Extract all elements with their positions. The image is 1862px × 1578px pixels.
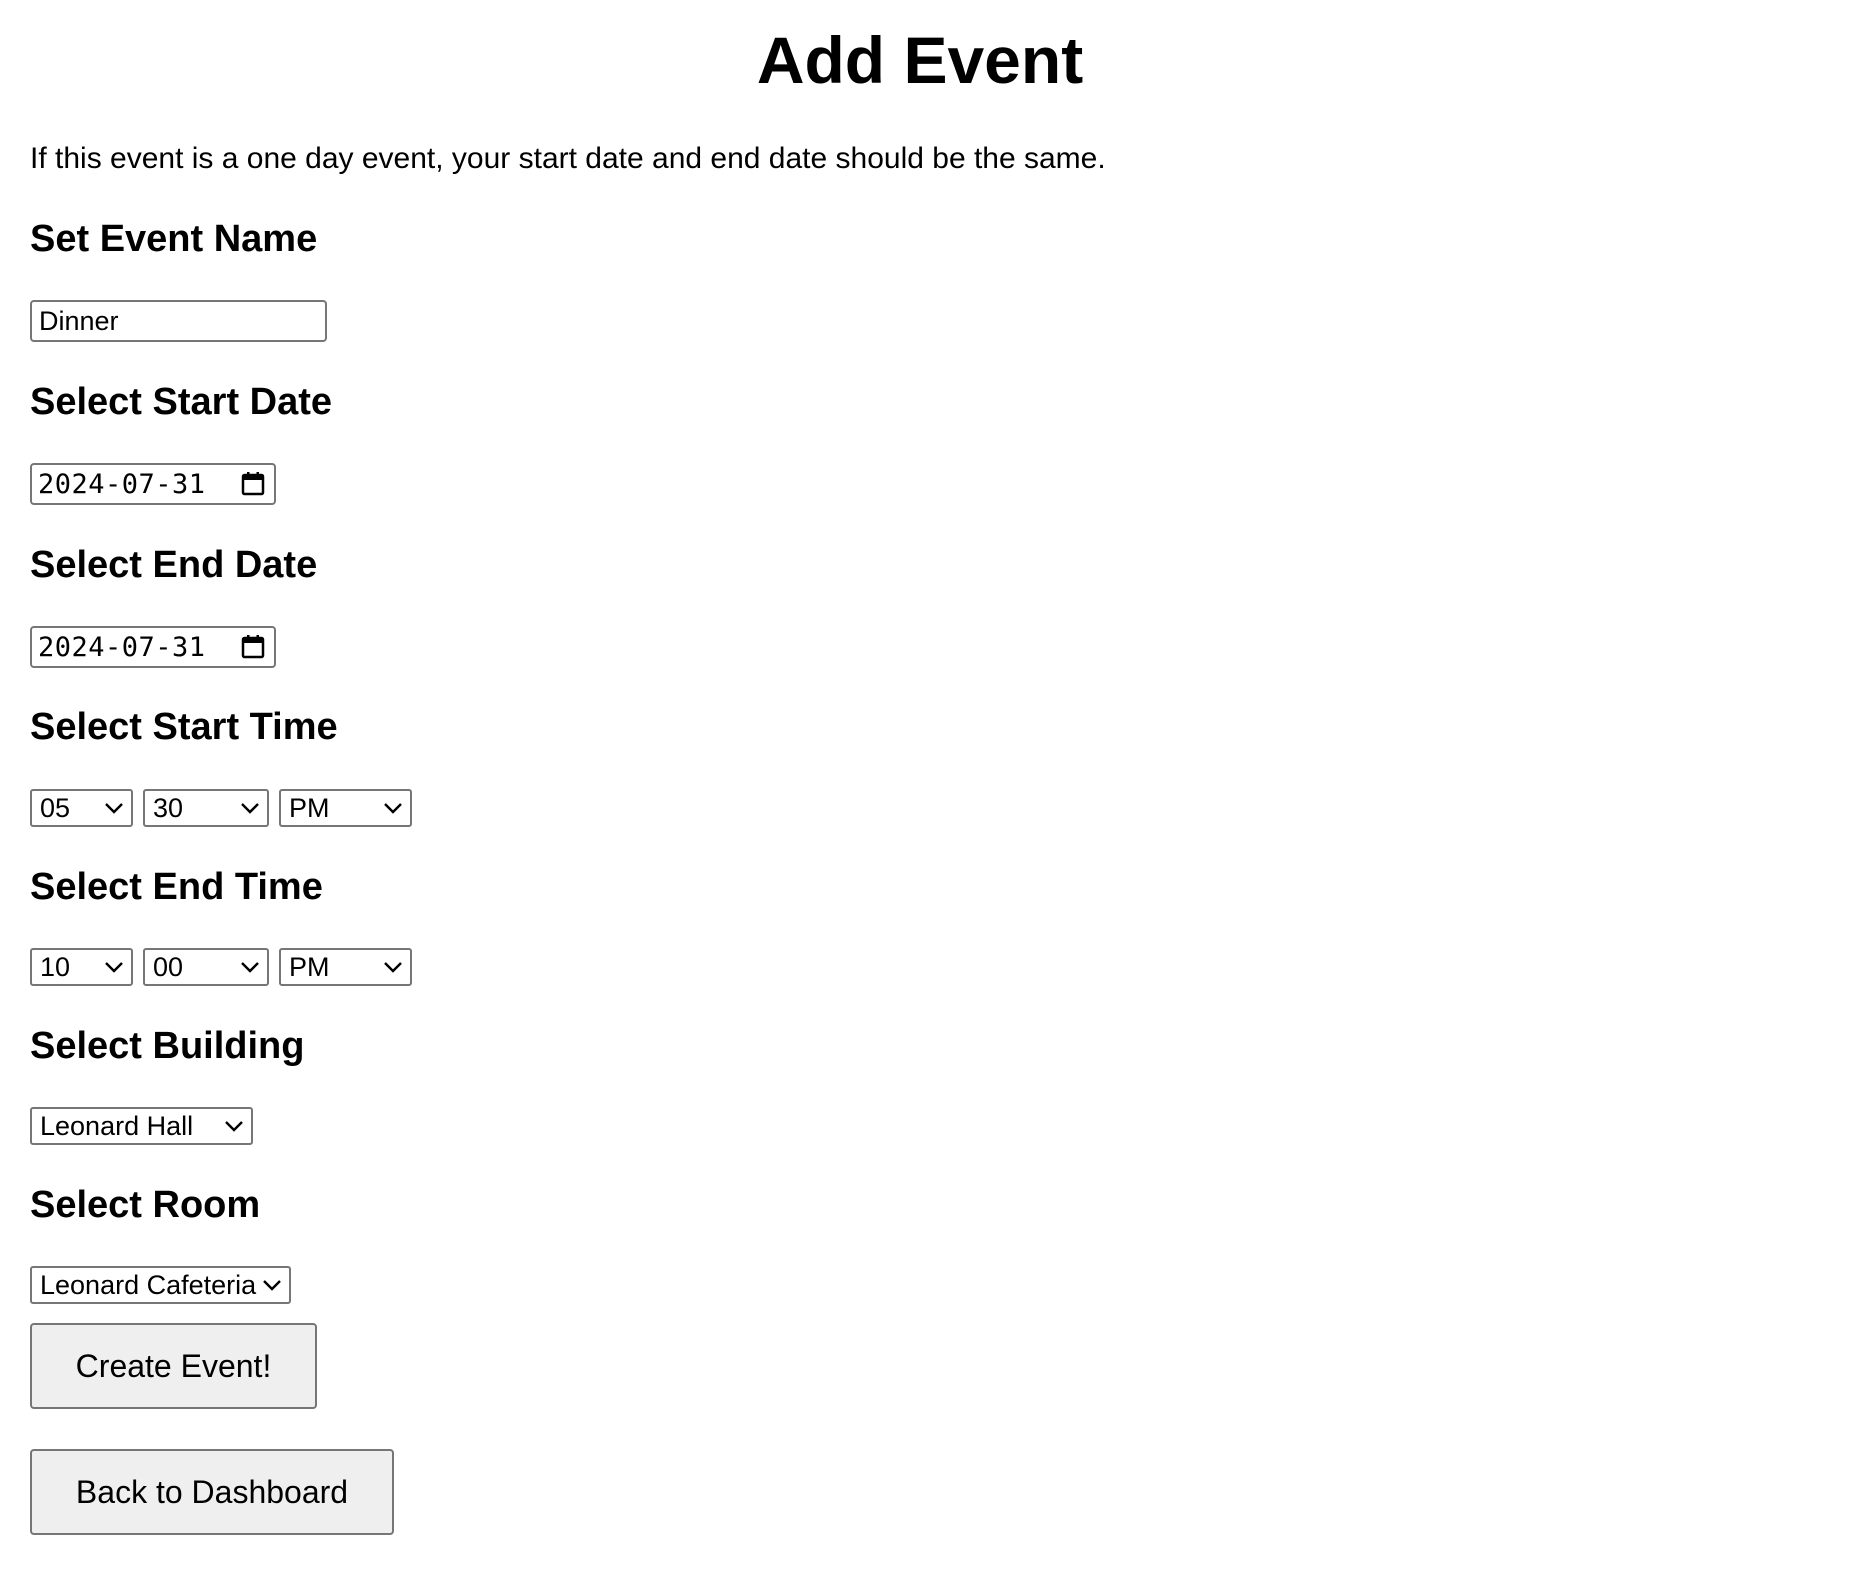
room-value: Leonard Cafeteria: [40, 1269, 257, 1300]
page-title: Add Event: [756, 23, 1084, 97]
start-hour-value: 05: [40, 792, 71, 823]
building-value: Leonard Hall: [40, 1110, 194, 1141]
room-heading: Select Room: [30, 1184, 261, 1226]
start-minute-value: 30: [153, 792, 184, 823]
building-heading: Select Building: [30, 1025, 305, 1067]
start-ampm-value: PM: [289, 792, 330, 823]
start-minute-select[interactable]: 30: [143, 789, 269, 827]
end-ampm-value: PM: [289, 951, 330, 982]
end-date-heading: Select End Date: [30, 544, 318, 586]
chevron-down-icon: [382, 960, 404, 974]
building-select[interactable]: Leonard Hall: [30, 1107, 253, 1145]
chevron-down-icon: [103, 960, 125, 974]
start-date-input[interactable]: 2024-07-31: [30, 463, 276, 505]
start-date-heading: Select Start Date: [30, 381, 333, 423]
end-date-input[interactable]: 2024-07-31: [30, 626, 276, 668]
end-minute-select[interactable]: 00: [143, 948, 269, 986]
start-ampm-select[interactable]: PM: [279, 789, 412, 827]
chevron-down-icon: [239, 960, 261, 974]
back-to-dashboard-button[interactable]: Back to Dashboard: [30, 1449, 394, 1535]
chevron-down-icon: [261, 1278, 283, 1292]
end-hour-value: 10: [40, 951, 71, 982]
end-time-selects: 10 00 PM: [30, 948, 412, 986]
end-date-value: 2024-07-31: [38, 631, 206, 663]
end-ampm-select[interactable]: PM: [279, 948, 412, 986]
end-time-heading: Select End Time: [30, 866, 323, 908]
end-minute-value: 00: [153, 951, 184, 982]
end-hour-select[interactable]: 10: [30, 948, 133, 986]
create-event-button[interactable]: Create Event!: [30, 1323, 317, 1409]
start-time-heading: Select Start Time: [30, 706, 338, 748]
intro-text: If this event is a one day event, your s…: [30, 142, 1106, 175]
calendar-icon[interactable]: [240, 471, 266, 497]
calendar-icon[interactable]: [240, 634, 266, 660]
chevron-down-icon: [382, 801, 404, 815]
start-hour-select[interactable]: 05: [30, 789, 133, 827]
event-name-heading: Set Event Name: [30, 218, 318, 260]
room-select[interactable]: Leonard Cafeteria: [30, 1266, 291, 1304]
event-name-input[interactable]: [30, 300, 327, 342]
start-time-selects: 05 30 PM: [30, 789, 412, 827]
chevron-down-icon: [239, 801, 261, 815]
chevron-down-icon: [103, 801, 125, 815]
start-date-value: 2024-07-31: [38, 468, 206, 500]
chevron-down-icon: [223, 1119, 245, 1133]
